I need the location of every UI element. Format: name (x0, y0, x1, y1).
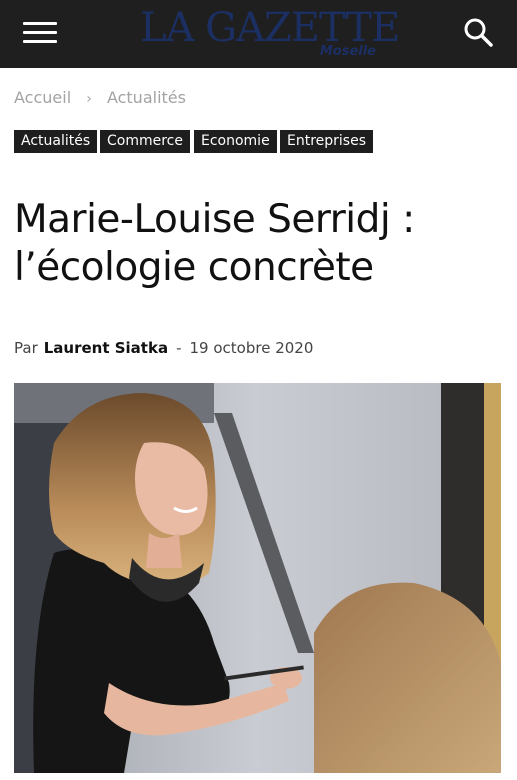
author-link[interactable]: Laurent Siatka (44, 339, 168, 357)
breadcrumb-item-home[interactable]: Accueil (14, 88, 71, 107)
search-icon[interactable] (462, 16, 494, 48)
breadcrumb-separator: › (86, 91, 92, 107)
tag-economie[interactable]: Economie (194, 130, 277, 153)
article-title: Marie-Louise Serridj : l’écologie concrè… (14, 197, 415, 290)
logo-subtitle: Moselle (319, 44, 376, 59)
breadcrumb: Accueil › Actualités (14, 88, 186, 107)
site-logo[interactable]: LA GAZETTE Moselle (140, 6, 400, 64)
tag-entreprises[interactable]: Entreprises (280, 130, 374, 153)
tag-commerce[interactable]: Commerce (100, 130, 190, 153)
byline-separator: - (176, 339, 182, 357)
article-featured-image (14, 383, 501, 773)
byline-prefix: Par (14, 339, 38, 357)
hamburger-menu-icon[interactable] (23, 20, 57, 46)
article-byline: Par Laurent Siatka -19 octobre 2020 (14, 339, 313, 357)
breadcrumb-item-actualites[interactable]: Actualités (107, 88, 186, 107)
top-navigation-bar: LA GAZETTE Moselle (0, 0, 517, 68)
publish-date: 19 octobre 2020 (189, 339, 314, 357)
tag-actualites[interactable]: Actualités (14, 130, 98, 153)
